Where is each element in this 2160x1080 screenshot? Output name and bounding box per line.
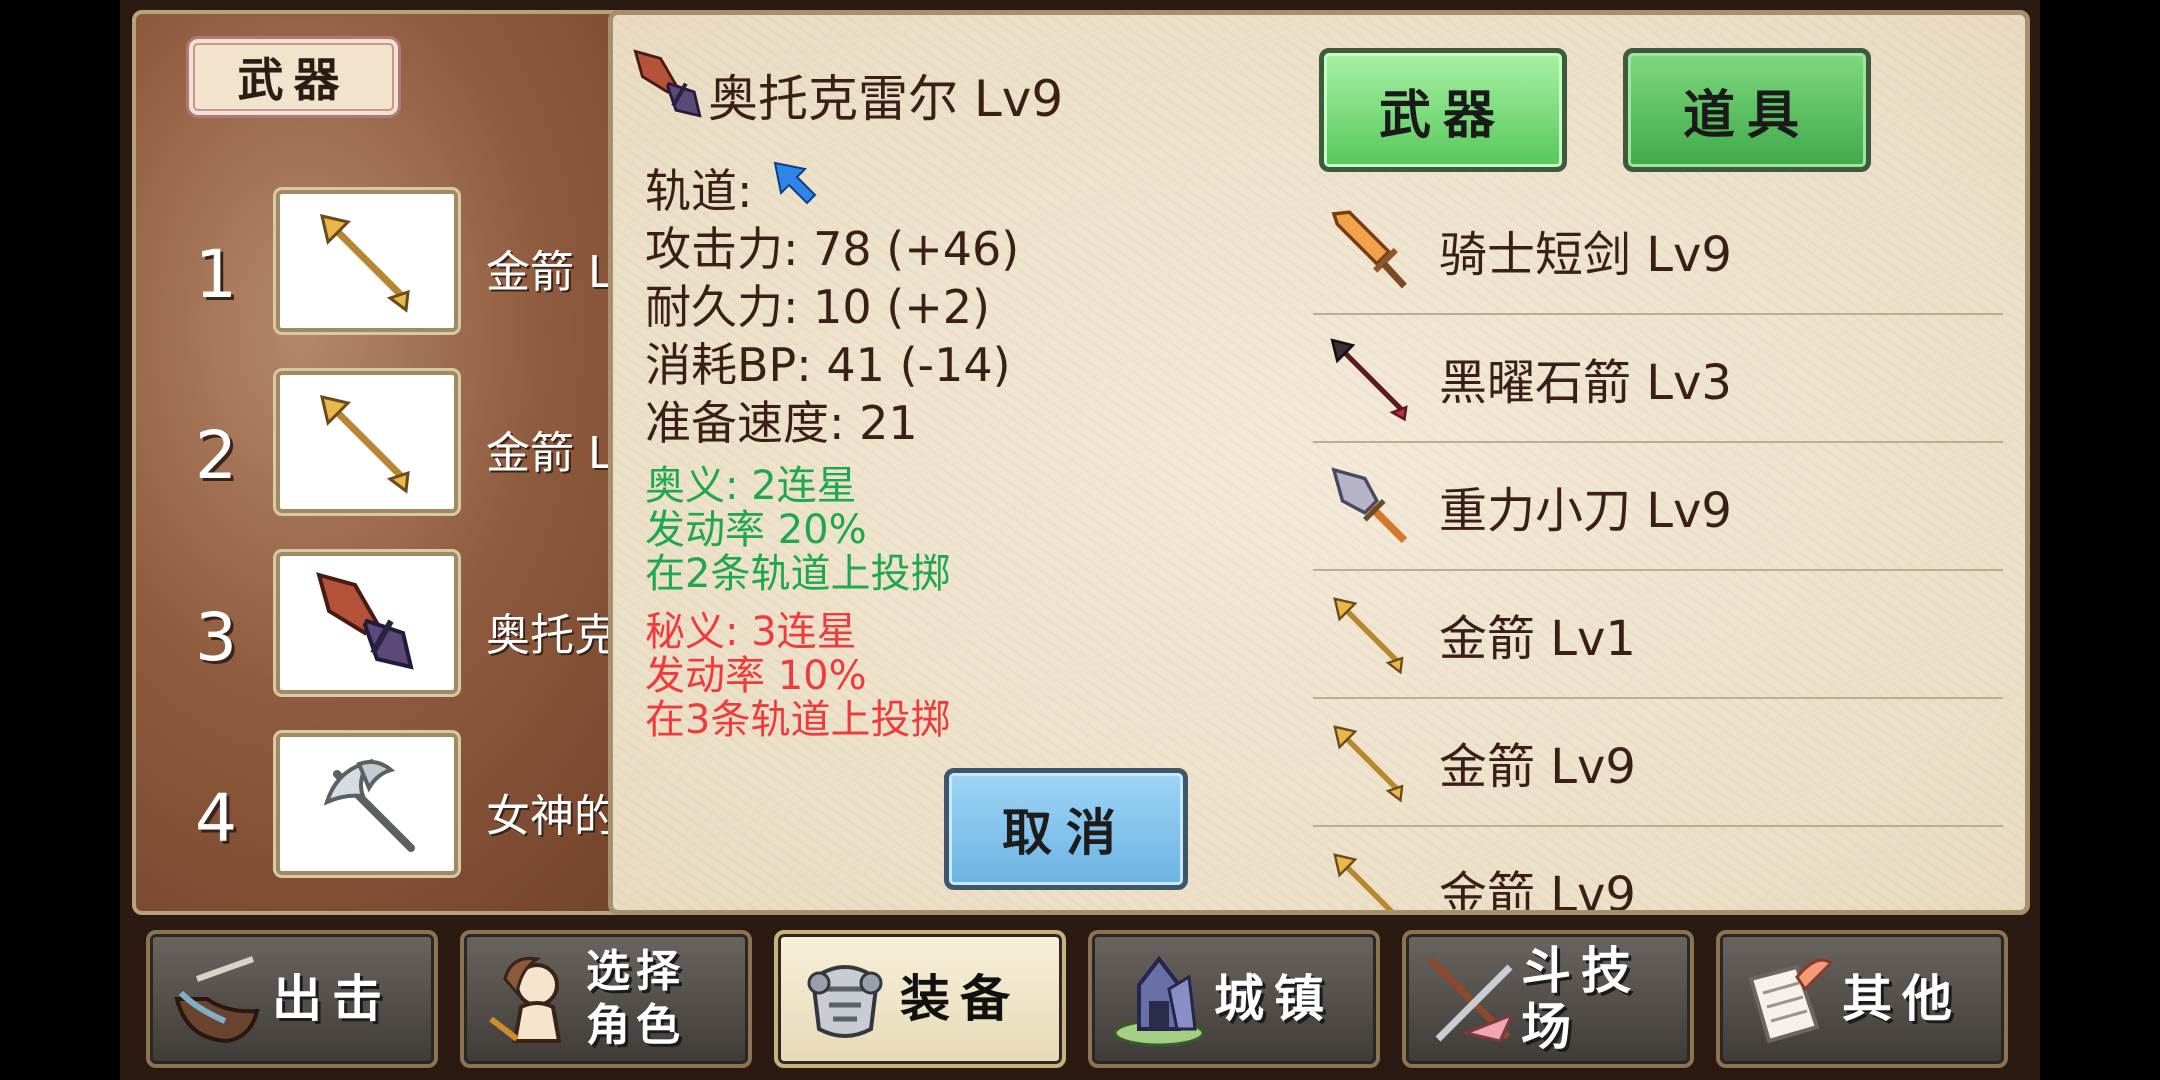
stat-ready-speed: 准备速度: 21 — [645, 396, 918, 450]
halberd-icon — [323, 758, 415, 852]
nav-label-line: 选择 — [586, 946, 686, 997]
inventory-item[interactable]: 黑曜石箭 Lv3 — [1313, 315, 2003, 443]
nav-label: 选择 角色 — [586, 945, 686, 1053]
slot-number: 4 — [195, 780, 237, 857]
stat-bp-cost: 消耗BP: 41 (-14) — [645, 338, 1011, 392]
inventory-item[interactable]: 金箭 Lv9 — [1313, 827, 2003, 915]
game-screen: 武器 1 金箭 L 2 金箭 L 3 奥托克 4 女神的 奥托克雷尔 Lv9 轨… — [120, 0, 2040, 1080]
weapon-detail-panel: 奥托克雷尔 Lv9 轨道: 攻击力: 78 (+46) 耐久力: 10 (+2)… — [608, 10, 2030, 915]
castle-icon — [1104, 944, 1214, 1054]
short-sword-icon — [1323, 203, 1417, 297]
dark-dagger-icon — [627, 43, 711, 131]
gold-arrow-icon — [1323, 843, 1417, 910]
slot-number: 2 — [195, 417, 237, 494]
nav-label: 斗技场 — [1521, 942, 1642, 1056]
dark-dagger-icon — [316, 572, 414, 670]
gravity-knife-icon — [1323, 459, 1417, 553]
nav-label: 出击 — [272, 970, 392, 1028]
nav-label-line: 角色 — [586, 1000, 686, 1051]
gold-arrow-icon — [1323, 587, 1417, 681]
nav-sortie[interactable]: 出击 — [146, 930, 438, 1068]
inventory-item-name: 金箭 Lv9 — [1439, 867, 1636, 915]
bottom-nav: 出击 选择 角色 装备 城镇 斗技场 其他 — [146, 930, 2034, 1075]
inventory-item[interactable]: 重力小刀 Lv9 — [1313, 443, 2003, 571]
inventory-item[interactable]: 金箭 Lv9 — [1313, 699, 2003, 827]
scroll-icon — [1732, 944, 1842, 1054]
blue-arrow-icon — [773, 161, 817, 205]
nav-other[interactable]: 其他 — [1716, 930, 2008, 1068]
inventory-item-name: 金箭 Lv9 — [1439, 739, 1636, 795]
slot-weapon-name: 金箭 L — [486, 247, 613, 298]
nav-arena[interactable]: 斗技场 — [1402, 930, 1694, 1068]
inventory-item-name: 金箭 Lv1 — [1439, 611, 1636, 667]
gold-arrow-icon — [319, 394, 410, 494]
slot-weapon-name: 女神的 — [486, 791, 618, 842]
slot-weapon-name: 奥托克 — [486, 610, 618, 661]
higi-desc: 在3条轨道上投掷 — [645, 697, 951, 743]
cancel-button[interactable]: 取消 — [944, 768, 1188, 890]
slot-number: 1 — [195, 236, 237, 313]
equip-slot-3[interactable] — [276, 552, 458, 694]
inventory-item-name: 骑士短剑 Lv9 — [1439, 227, 1732, 283]
arena-swords-icon — [1418, 944, 1521, 1054]
inventory-list: 骑士短剑 Lv9 黑曜石箭 Lv3 重力小刀 Lv9 金箭 Lv1 金箭 Lv9… — [1313, 187, 2003, 915]
gold-arrow-icon — [1323, 715, 1417, 809]
nav-label: 城镇 — [1214, 970, 1334, 1028]
slot-number: 3 — [195, 599, 237, 676]
ougi-desc: 在2条轨道上投掷 — [645, 551, 951, 597]
stat-durability: 耐久力: 10 (+2) — [645, 280, 990, 334]
equip-slot-2[interactable] — [276, 371, 458, 513]
tab-items[interactable]: 道具 — [1623, 48, 1871, 172]
inventory-item-name: 重力小刀 Lv9 — [1439, 483, 1732, 539]
obsidian-arrow-icon — [1323, 331, 1417, 425]
stat-attack: 攻击力: 78 (+46) — [645, 222, 1020, 276]
equip-slot-1[interactable] — [276, 190, 458, 332]
equip-slot-4[interactable] — [276, 733, 458, 875]
gold-arrow-icon — [319, 213, 410, 313]
character-icon — [476, 944, 586, 1054]
panel-tag-weapons: 武器 — [186, 36, 401, 118]
armor-icon — [790, 944, 900, 1054]
inventory-item[interactable]: 金箭 Lv1 — [1313, 571, 2003, 699]
nav-label: 装备 — [900, 970, 1020, 1028]
nav-label: 其他 — [1842, 970, 1962, 1028]
sortie-icon — [162, 944, 272, 1054]
weapon-title: 奥托克雷尔 Lv9 — [708, 70, 1064, 128]
nav-select-character[interactable]: 选择 角色 — [460, 930, 752, 1068]
nav-equipment[interactable]: 装备 — [774, 930, 1066, 1068]
inventory-item-name: 黑曜石箭 Lv3 — [1439, 355, 1732, 411]
inventory-item[interactable]: 骑士短剑 Lv9 — [1313, 187, 2003, 315]
tab-weapons[interactable]: 武器 — [1319, 48, 1567, 172]
trajectory-label: 轨道: — [645, 164, 753, 218]
slot-weapon-name: 金箭 L — [486, 428, 613, 479]
nav-town[interactable]: 城镇 — [1088, 930, 1380, 1068]
